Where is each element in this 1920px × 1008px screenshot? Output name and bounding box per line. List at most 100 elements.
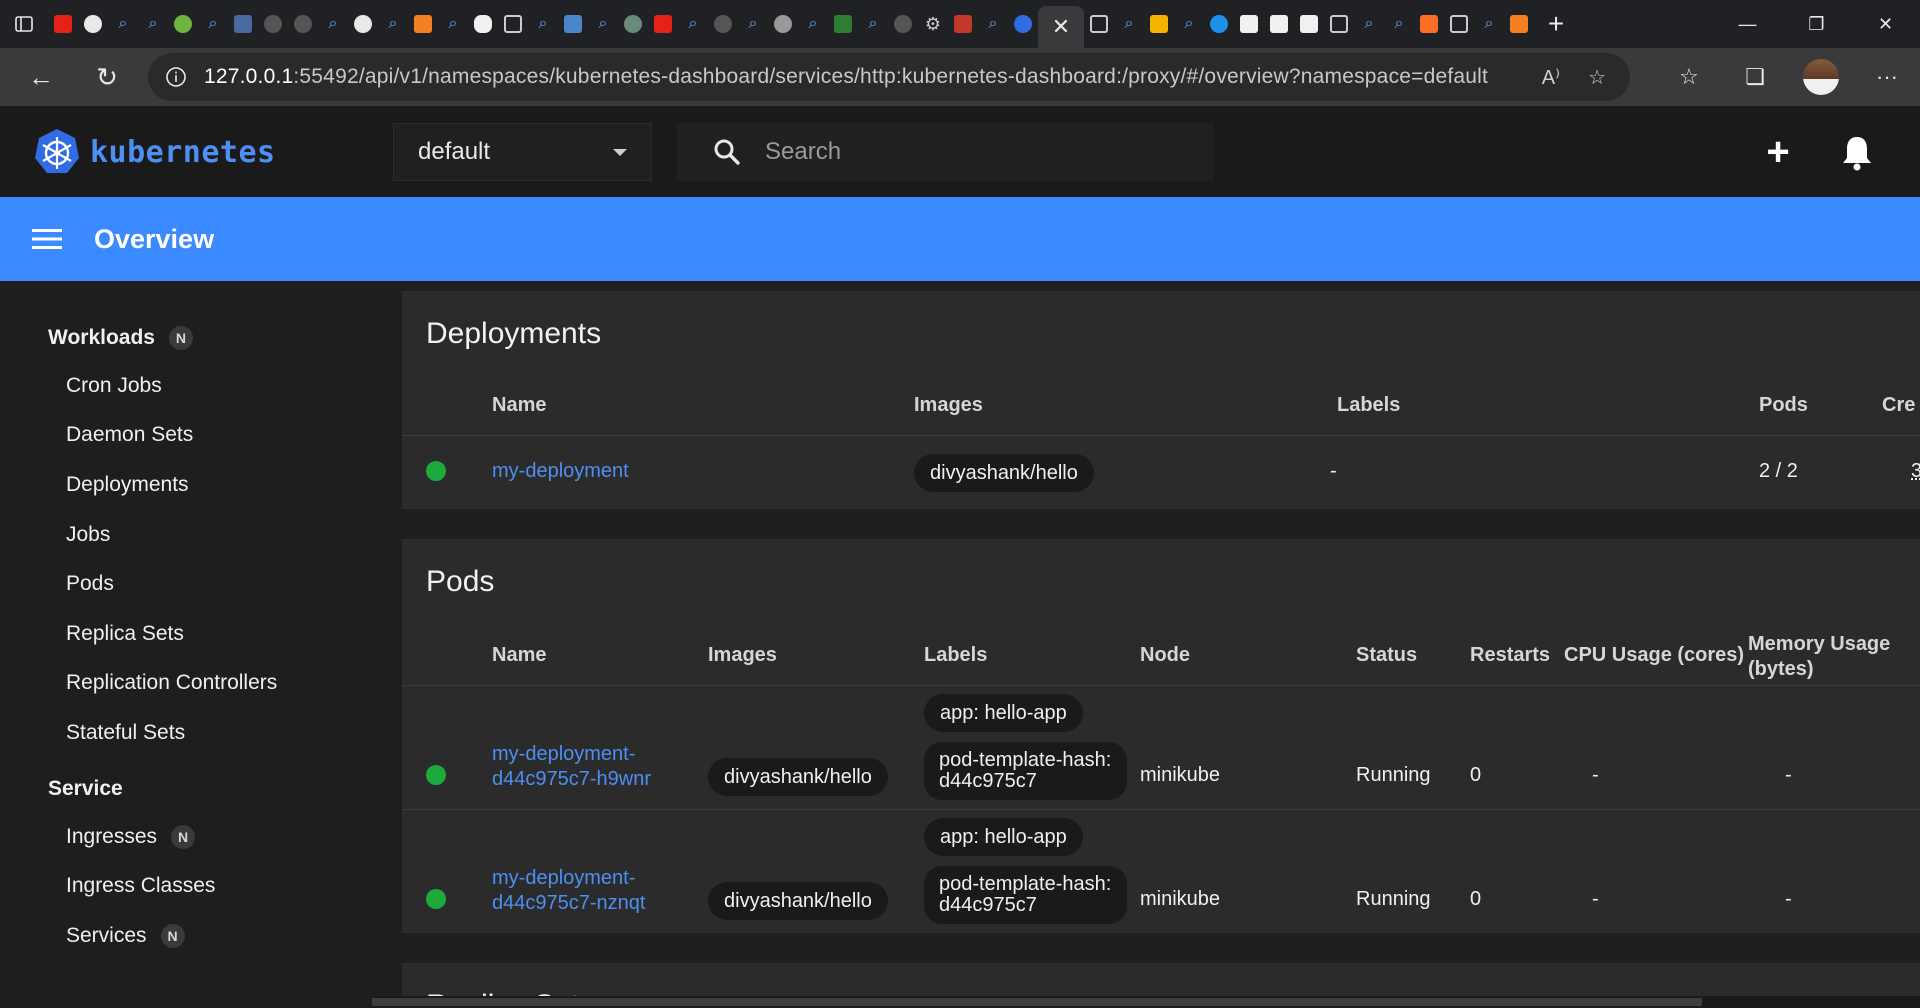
- sidebar-item-ingresses[interactable]: Ingresses N: [66, 812, 372, 862]
- tab-search[interactable]: ⌕: [318, 0, 348, 48]
- tab-github[interactable]: [78, 0, 108, 48]
- tab-settings[interactable]: ⚙: [918, 0, 948, 48]
- notifications-bell-icon[interactable]: [1839, 133, 1875, 171]
- back-icon[interactable]: ←: [8, 48, 74, 106]
- tab-page[interactable]: [1324, 0, 1354, 48]
- search-input[interactable]: [765, 138, 1165, 166]
- sidebar-item-replication-controllers[interactable]: Replication Controllers: [66, 659, 372, 709]
- sidebar-item-daemon-sets[interactable]: Daemon Sets: [66, 411, 372, 461]
- tab-chatgpt[interactable]: [888, 0, 918, 48]
- address-bar[interactable]: 127.0.0.1:55492/api/v1/namespaces/kubern…: [148, 53, 1630, 101]
- tab-search[interactable]: ⌕: [738, 0, 768, 48]
- site-info-icon[interactable]: [148, 66, 204, 88]
- tab-active-close[interactable]: ✕: [1038, 6, 1084, 48]
- tab-page[interactable]: [1264, 0, 1294, 48]
- tab-search[interactable]: ⌕: [858, 0, 888, 48]
- tab-search[interactable]: ⌕: [588, 0, 618, 48]
- kubernetes-logo[interactable]: kubernetes: [32, 127, 276, 177]
- cpu-value: -: [1592, 888, 1599, 910]
- status-value: Running: [1356, 764, 1431, 786]
- tab-stackoverflow[interactable]: [1504, 0, 1534, 48]
- horizontal-scrollbar[interactable]: [372, 996, 1920, 1008]
- tab-search[interactable]: ⌕: [1174, 0, 1204, 48]
- tab-chatgpt[interactable]: [288, 0, 318, 48]
- chevron-down-icon: [613, 149, 627, 156]
- sidebar-item-services[interactable]: Services N: [66, 911, 372, 961]
- sidebar-item-replica-sets[interactable]: Replica Sets: [66, 609, 372, 659]
- column-header-created[interactable]: Cre: [1882, 394, 1915, 417]
- pod-name-link[interactable]: my-deployment- d44c975c7-nznqt: [492, 866, 645, 916]
- tab-page[interactable]: [1294, 0, 1324, 48]
- new-tab-button[interactable]: +: [1534, 0, 1578, 48]
- tab-mega[interactable]: [228, 0, 258, 48]
- tab-search[interactable]: ⌕: [978, 0, 1008, 48]
- tab-stackoverflow[interactable]: [408, 0, 438, 48]
- tab-code[interactable]: [1144, 0, 1174, 48]
- sidebar-item-deployments[interactable]: Deployments: [66, 460, 372, 510]
- tab-search[interactable]: ⌕: [108, 0, 138, 48]
- pod-name-link[interactable]: my-deployment- d44c975c7-h9wnr: [492, 742, 651, 792]
- tab-search[interactable]: ⌕: [1384, 0, 1414, 48]
- tab-search[interactable]: ⌕: [138, 0, 168, 48]
- minimize-icon[interactable]: —: [1713, 0, 1782, 48]
- column-header-name[interactable]: Name: [492, 644, 546, 667]
- tab-chatgpt[interactable]: [258, 0, 288, 48]
- sidebar-item-pods[interactable]: Pods: [66, 559, 372, 609]
- reload-icon[interactable]: ↻: [74, 48, 140, 106]
- sidebar-item-ingress-classes[interactable]: Ingress Classes: [66, 861, 372, 911]
- column-header-status: Status: [1356, 644, 1418, 666]
- tab-search[interactable]: ⌕: [1474, 0, 1504, 48]
- sidebar-section-label: Workloads: [48, 326, 155, 349]
- tab-page[interactable]: [1444, 0, 1474, 48]
- tab-pdf[interactable]: [948, 0, 978, 48]
- tab-page[interactable]: [1084, 0, 1114, 48]
- tab-youtube[interactable]: [648, 0, 678, 48]
- tab-jenkins[interactable]: [768, 0, 798, 48]
- sidebar-item-jobs[interactable]: Jobs: [66, 510, 372, 560]
- tab-search[interactable]: ⌕: [1354, 0, 1384, 48]
- close-icon[interactable]: ✕: [1052, 16, 1070, 38]
- favorites-icon[interactable]: ☆: [1656, 48, 1722, 106]
- tab-dashboard[interactable]: [558, 0, 588, 48]
- address-url[interactable]: 127.0.0.1:55492/api/v1/namespaces/kubern…: [204, 65, 1488, 89]
- tab-search[interactable]: ⌕: [438, 0, 468, 48]
- namespace-select[interactable]: default: [393, 123, 652, 181]
- tab-search[interactable]: ⌕: [378, 0, 408, 48]
- restore-icon[interactable]: ❐: [1782, 0, 1851, 48]
- tab-page[interactable]: [1234, 0, 1264, 48]
- tab-youtube[interactable]: [48, 0, 78, 48]
- tab-actions-icon[interactable]: [0, 0, 48, 48]
- tab-chatgpt[interactable]: [618, 0, 648, 48]
- sidebar-item-label: Pods: [66, 572, 114, 596]
- tab-gitlab[interactable]: [1414, 0, 1444, 48]
- tab-kubernetes[interactable]: [1008, 0, 1038, 48]
- close-window-icon[interactable]: ✕: [1851, 0, 1920, 48]
- profile-avatar[interactable]: [1803, 59, 1839, 95]
- add-favorite-icon[interactable]: ☆: [1588, 65, 1606, 90]
- hamburger-menu-icon[interactable]: [0, 228, 94, 250]
- sidebar-section-workloads[interactable]: Workloads N: [48, 321, 372, 355]
- more-icon[interactable]: ···: [1854, 48, 1920, 106]
- sidebar-section-service[interactable]: Service: [48, 772, 372, 806]
- tab-search[interactable]: ⌕: [528, 0, 558, 48]
- sidebar-item-stateful-sets[interactable]: Stateful Sets: [66, 708, 372, 758]
- read-aloud-icon[interactable]: A⁾: [1542, 65, 1560, 90]
- tab-search[interactable]: ⌕: [678, 0, 708, 48]
- tab-terminal[interactable]: [498, 0, 528, 48]
- deployment-name-link[interactable]: my-deployment: [492, 460, 629, 483]
- tab-docker[interactable]: [1204, 0, 1234, 48]
- tab-search[interactable]: ⌕: [198, 0, 228, 48]
- tab-search[interactable]: ⌕: [798, 0, 828, 48]
- tab-github[interactable]: [348, 0, 378, 48]
- tab-search[interactable]: ⌕: [1114, 0, 1144, 48]
- sidebar-item-cron-jobs[interactable]: Cron Jobs: [66, 361, 372, 411]
- column-header-name[interactable]: Name: [492, 394, 546, 417]
- tab-gitlens[interactable]: [828, 0, 858, 48]
- tab-medium[interactable]: [468, 0, 498, 48]
- tab-chatgpt[interactable]: [708, 0, 738, 48]
- scrollbar-thumb[interactable]: [372, 998, 1702, 1006]
- tab-spring[interactable]: [168, 0, 198, 48]
- collections-icon[interactable]: ❏: [1722, 48, 1788, 106]
- create-resource-icon[interactable]: +: [1762, 129, 1794, 175]
- search-box[interactable]: [677, 123, 1214, 181]
